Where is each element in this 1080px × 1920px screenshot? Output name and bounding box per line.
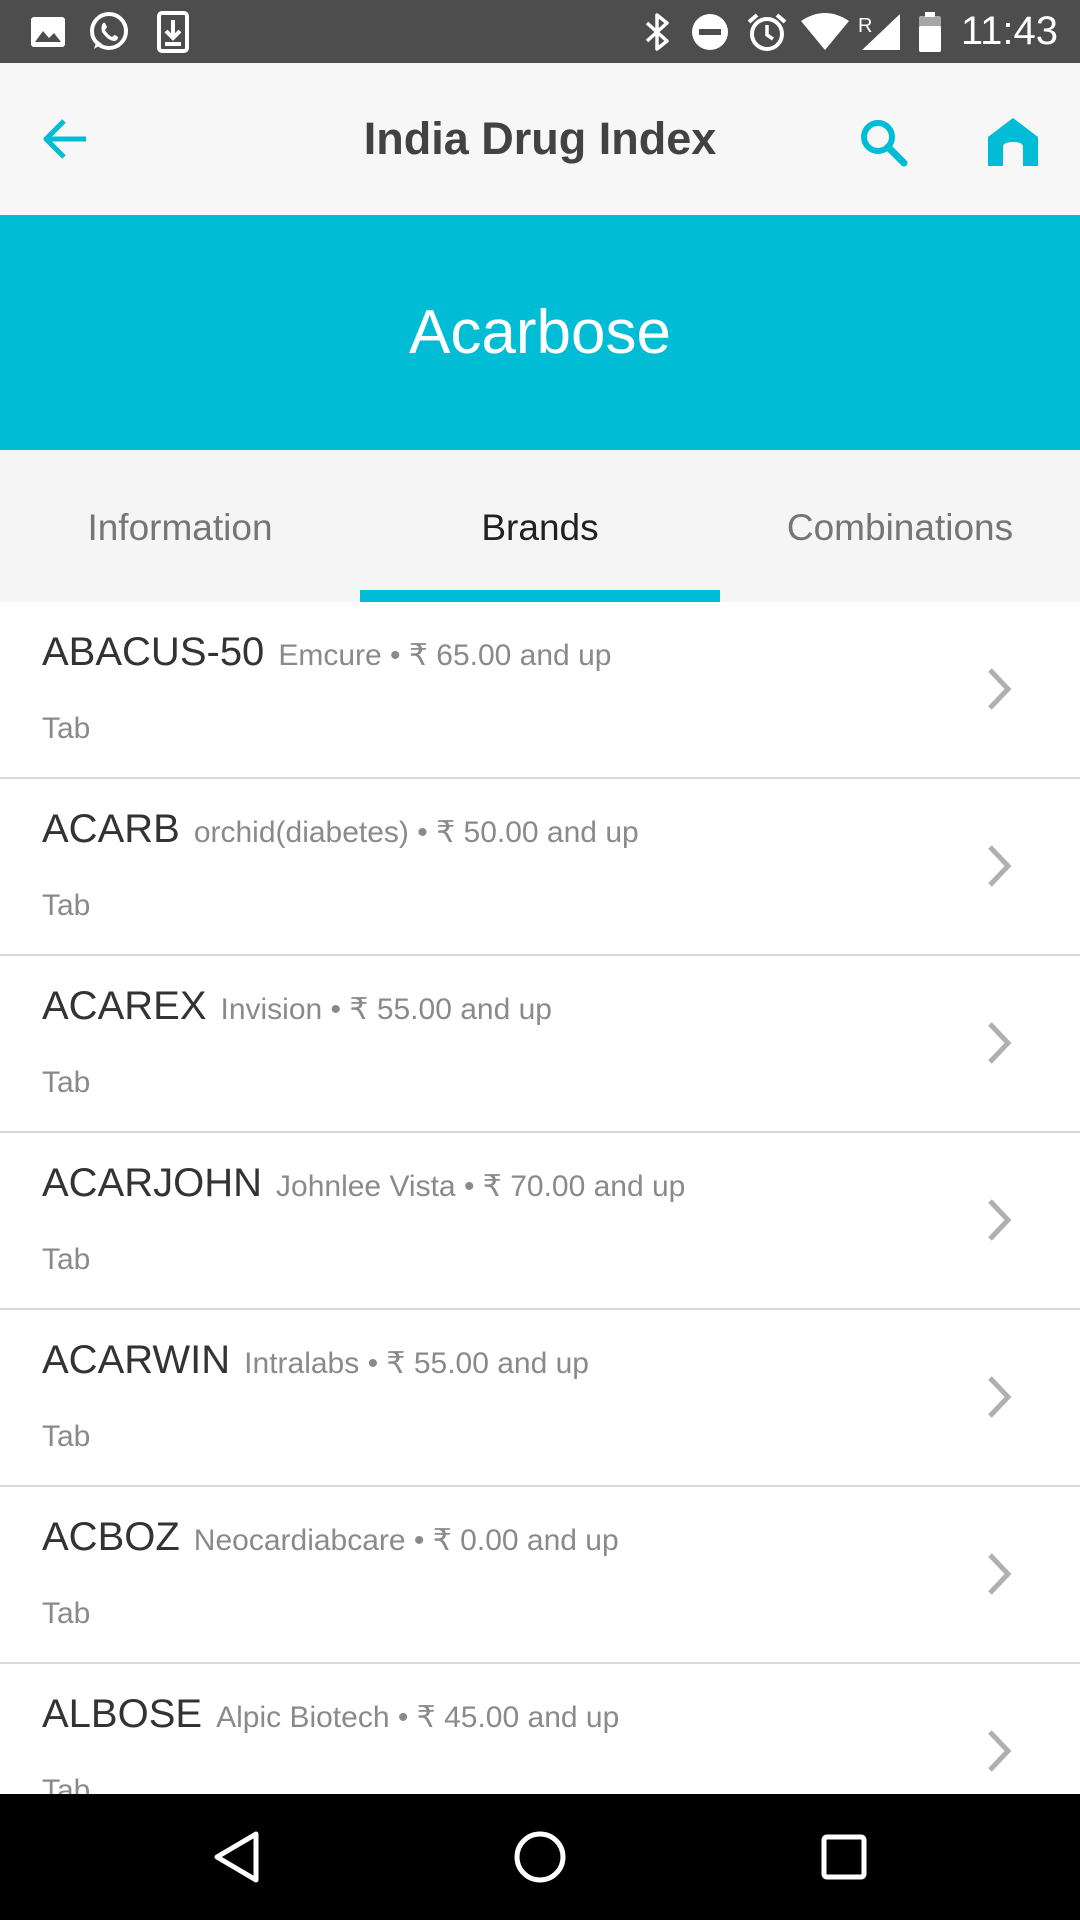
list-item-heading: ACARB orchid(diabetes) • ₹ 50.00 and up (42, 807, 639, 852)
navigation-bar (0, 1794, 1080, 1920)
chevron-right-icon (988, 1199, 1012, 1241)
list-item[interactable]: ACARWIN Intralabs • ₹ 55.00 and up Tab (0, 1310, 1080, 1487)
chevron-right-icon (988, 668, 1012, 710)
drug-name: Acarbose (409, 298, 671, 367)
brand-meta: Intralabs • ₹ 55.00 and up (244, 1347, 589, 1380)
list-item[interactable]: ACAREX Invision • ₹ 55.00 and up Tab (0, 956, 1080, 1133)
home-icon (988, 118, 1038, 166)
battery-icon (918, 12, 942, 52)
tab-information[interactable]: Information (0, 450, 360, 602)
list-item-heading: ALBOSE Alpic Biotech • ₹ 45.00 and up (42, 1692, 619, 1737)
search-icon (861, 120, 908, 167)
brand-name: ACAREX (42, 984, 207, 1028)
tab-label: Brands (481, 507, 599, 548)
active-tab-indicator (360, 590, 720, 602)
brand-meta: Alpic Biotech • ₹ 45.00 and up (216, 1701, 620, 1734)
brand-name: ACBOZ (42, 1515, 180, 1559)
status-bar: R 11:43 (0, 0, 1080, 63)
drug-banner: Acarbose (0, 215, 1080, 450)
do-not-disturb-icon (690, 12, 730, 52)
brand-meta: orchid(diabetes) • ₹ 50.00 and up (193, 816, 639, 849)
brand-meta: Johnlee Vista • ₹ 70.00 and up (276, 1170, 686, 1203)
list-item[interactable]: ACARB orchid(diabetes) • ₹ 50.00 and up T… (0, 779, 1080, 956)
chevron-right-icon (988, 1376, 1012, 1418)
arrow-left-icon (43, 119, 86, 159)
chevron-right-icon (988, 1553, 1012, 1595)
status-time: 11:43 (960, 9, 1058, 53)
chevron-right-icon (988, 1022, 1012, 1064)
wifi-icon (800, 12, 850, 52)
brand-form: Tab (42, 1066, 91, 1099)
tab-label: Information (87, 507, 273, 548)
tab-bar: Information Brands Combinations (0, 450, 1080, 602)
back-triangle-icon (214, 1831, 259, 1883)
list-item[interactable]: ACARJOHN Johnlee Vista • ₹ 70.00 and up T… (0, 1133, 1080, 1310)
list-item-heading: ACARJOHN Johnlee Vista • ₹ 70.00 and up (42, 1161, 685, 1206)
recents-square-icon (821, 1834, 867, 1880)
chevron-right-icon (988, 1730, 1012, 1772)
list-item-heading: ACARWIN Intralabs • ₹ 55.00 and up (42, 1338, 589, 1383)
brand-name: ACARB (42, 807, 180, 851)
list-item[interactable]: ACBOZ Neocardiabcare • ₹ 0.00 and up Tab (0, 1487, 1080, 1664)
brand-meta: Emcure • ₹ 65.00 and up (278, 639, 612, 672)
list-item-heading: ACAREX Invision • ₹ 55.00 and up (42, 984, 552, 1029)
image-icon (30, 12, 66, 52)
brand-meta: Invision • ₹ 55.00 and up (220, 993, 552, 1026)
brand-form: Tab (42, 1597, 91, 1630)
list-item[interactable]: ABACUS-50 Emcure • ₹ 65.00 and up Tab (0, 602, 1080, 779)
list-item-heading: ABACUS-50 Emcure • ₹ 65.00 and up (42, 630, 611, 675)
list-item[interactable]: ALBOSE Alpic Biotech • ₹ 45.00 and up Tab (0, 1664, 1080, 1794)
brand-form: Tab (42, 1420, 91, 1453)
bluetooth-icon (643, 12, 673, 52)
nav-back-button[interactable] (202, 1822, 272, 1892)
screen: R 11:43 India Drug Index Acarbose Inform… (0, 0, 1080, 1920)
brand-form: Tab (42, 889, 91, 922)
brand-name: ALBOSE (42, 1692, 203, 1736)
brand-form: Tab (42, 1243, 91, 1276)
chevron-right-icon (988, 845, 1012, 887)
nav-home-button[interactable] (505, 1822, 575, 1892)
brand-name: ABACUS-50 (42, 630, 265, 674)
list-item-heading: ACBOZ Neocardiabcare • ₹ 0.00 and up (42, 1515, 619, 1560)
brand-form: Tab (42, 1774, 91, 1794)
brand-name: ACARWIN (42, 1338, 231, 1382)
home-button[interactable] (978, 107, 1048, 177)
app-title: India Drug Index (363, 113, 717, 164)
brand-form: Tab (42, 712, 91, 745)
home-circle-icon (514, 1831, 566, 1883)
back-button[interactable] (30, 105, 98, 173)
brand-name: ACARJOHN (42, 1161, 263, 1205)
signal-icon (860, 12, 902, 52)
whatsapp-icon (88, 12, 130, 52)
brand-list[interactable]: ABACUS-50 Emcure • ₹ 65.00 and up Tab ACA… (0, 602, 1080, 1794)
app-bar: India Drug Index (0, 63, 1080, 215)
tab-combinations[interactable]: Combinations (720, 450, 1080, 602)
brand-meta: Neocardiabcare • ₹ 0.00 and up (193, 1524, 619, 1557)
tab-label: Combinations (786, 507, 1014, 548)
nav-recents-button[interactable] (809, 1822, 879, 1892)
download-icon (157, 11, 189, 53)
tab-brands[interactable]: Brands (360, 450, 720, 602)
search-button[interactable] (848, 107, 918, 177)
alarm-icon (746, 12, 788, 52)
